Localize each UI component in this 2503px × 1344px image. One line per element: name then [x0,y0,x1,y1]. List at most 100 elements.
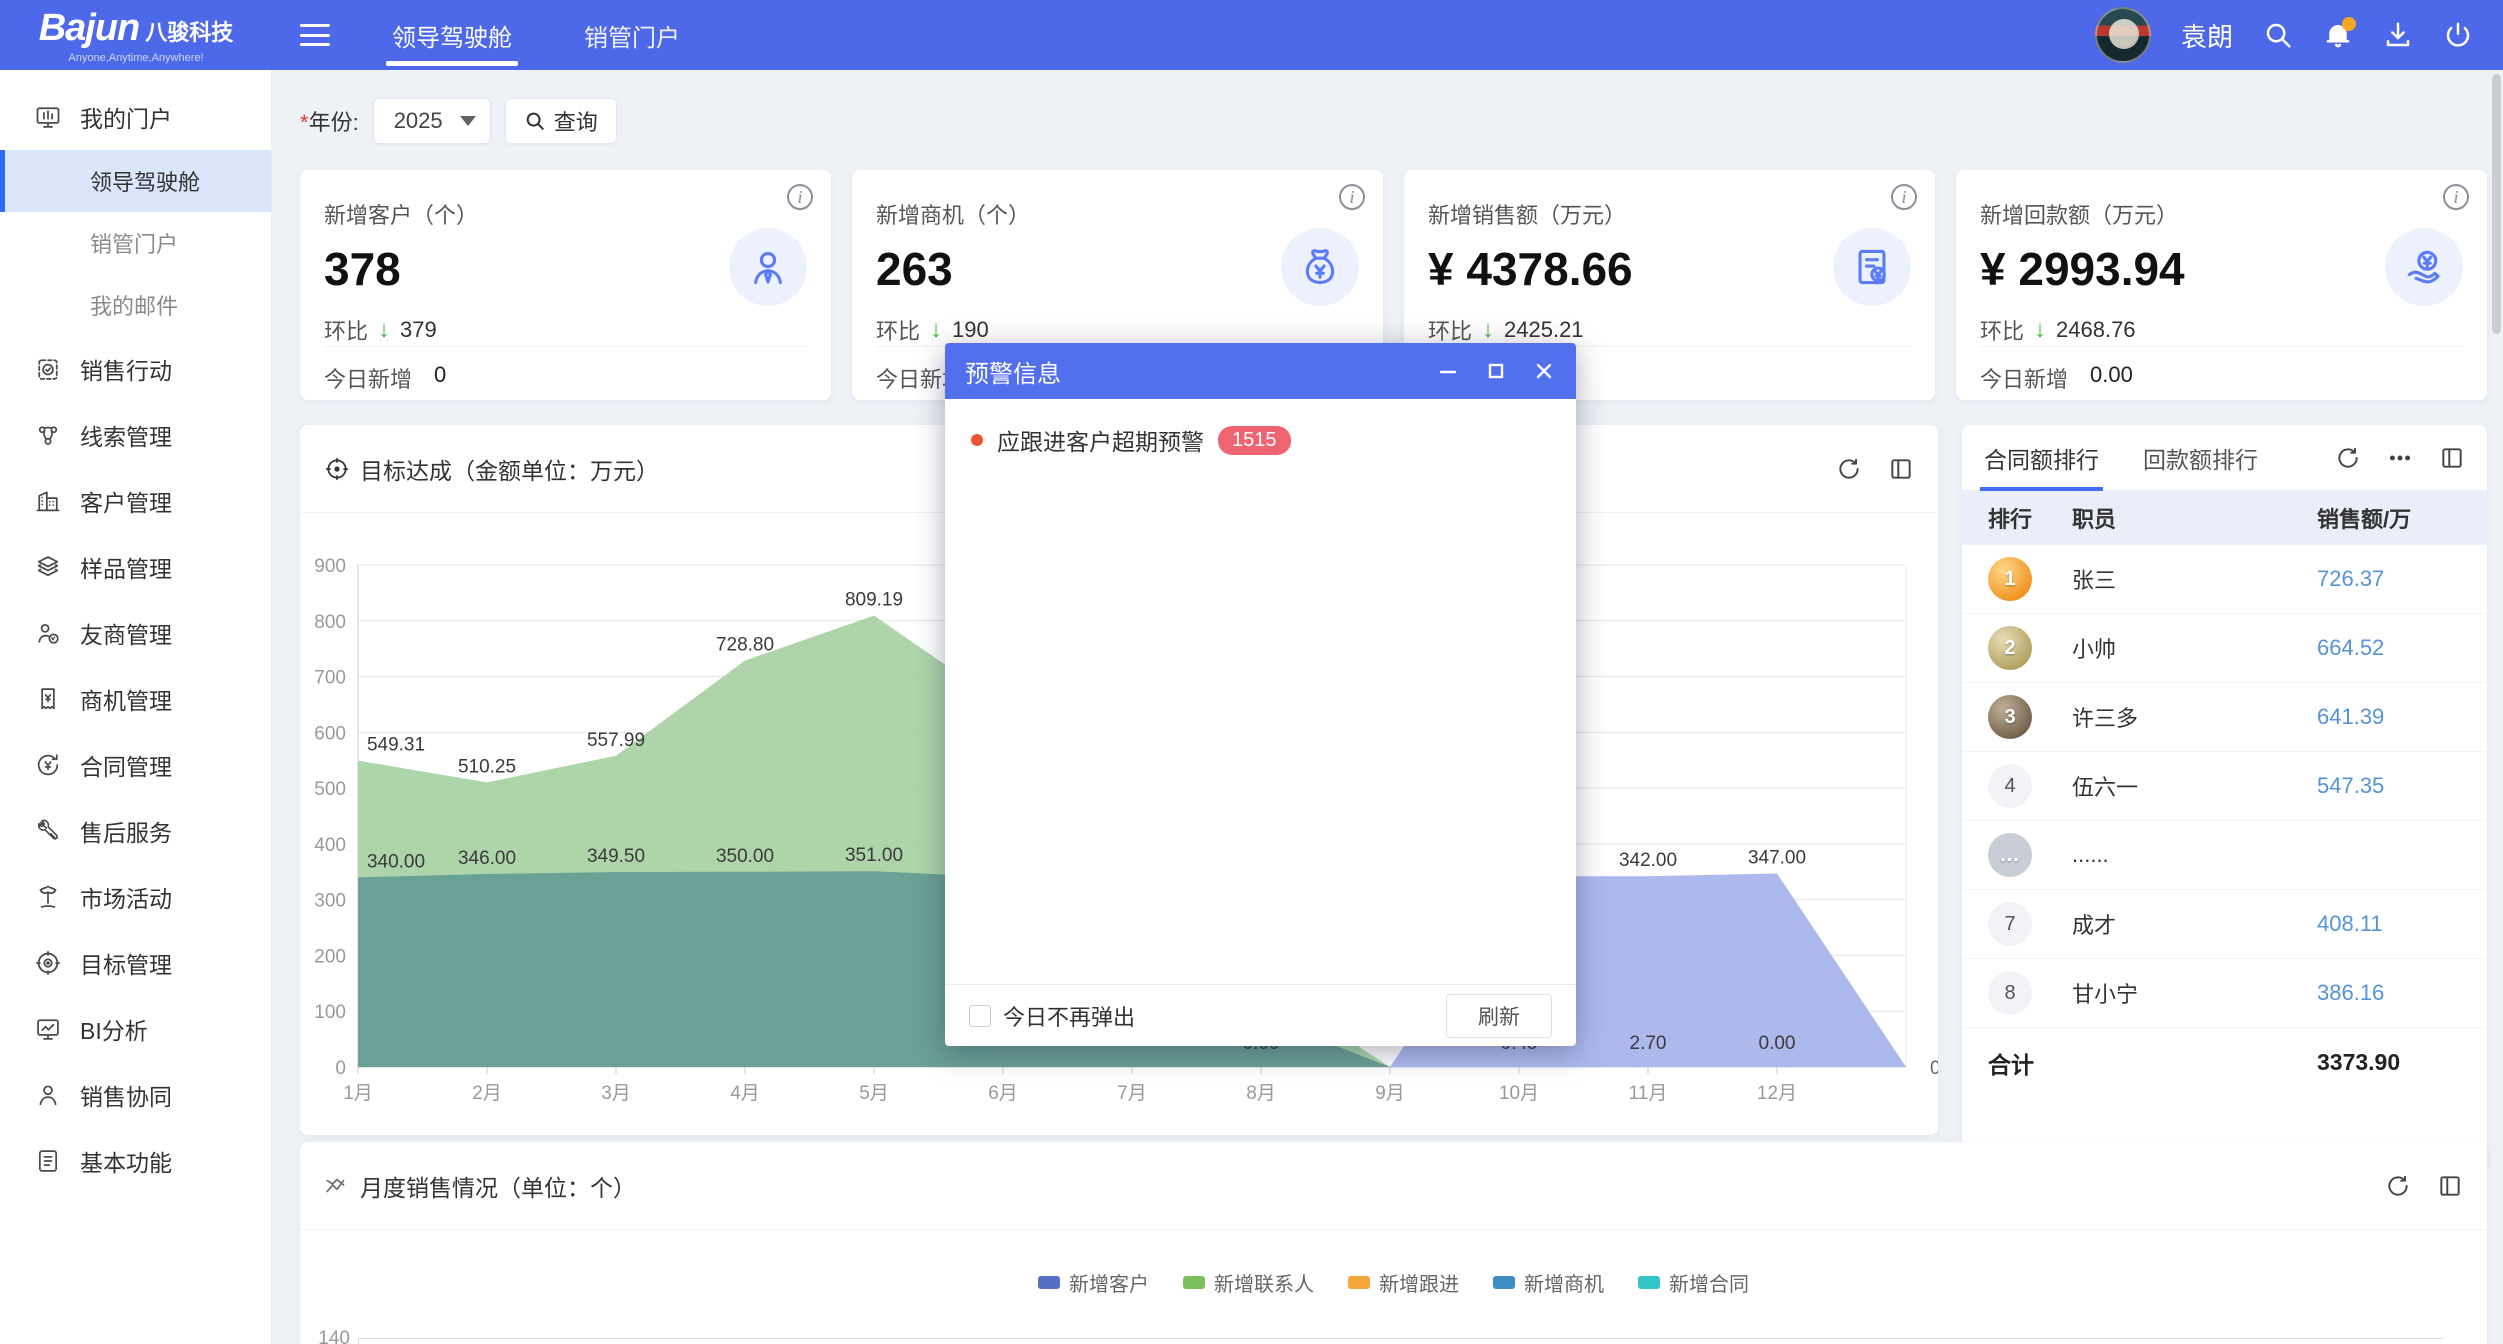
sidebar-item-marketing[interactable]: 市场活动 [0,864,271,930]
svg-text:350.00: 350.00 [716,846,774,867]
refresh-button[interactable]: 刷新 [1446,994,1552,1038]
sidebar-item-targets[interactable]: 目标管理 [0,930,271,996]
portal-icon [34,103,62,131]
sidebar-menu: 我的门户领导驾驶舱销管门户我的邮件销售行动线索管理客户管理样品管理友商管理商机管… [0,70,272,1344]
year-select[interactable]: 2025 [373,98,491,144]
page-scrollbar[interactable] [2492,74,2501,334]
kpi-title: 新增销售额（万元） [1428,198,1911,230]
sidebar-subitem[interactable]: 领导驾驶舱 [0,150,271,212]
legend-item[interactable]: 新增联系人 [1183,1268,1314,1297]
svg-text:10月: 10月 [1499,1083,1539,1104]
user-name[interactable]: 袁朗 [2181,17,2233,54]
legend-swatch [1348,1276,1370,1289]
sidebar-item-opportunities[interactable]: 商机管理 [0,666,271,732]
download-icon[interactable] [2383,20,2413,50]
sidebar-item-leads[interactable]: 线索管理 [0,402,271,468]
customers-icon [34,487,62,515]
panel-layout-icon[interactable] [1888,456,1914,482]
sales-value: 386.16 [2317,980,2487,1006]
sidebar-item-collaboration[interactable]: 销售协同 [0,1062,271,1128]
kpi-ratio: 环比↓2425.21 [1428,314,1911,346]
search-icon[interactable] [2263,20,2293,50]
opportunities-icon [34,685,62,713]
alert-item[interactable]: 应跟进客户超期预警 1515 [971,423,1550,457]
svg-text:500: 500 [314,779,346,800]
sidebar-item-partners[interactable]: 友商管理 [0,600,271,666]
more-options-icon[interactable] [2387,445,2413,471]
bell-icon[interactable] [2323,20,2353,50]
kpi-ratio: 环比↓379 [324,314,807,346]
sidebar-subitem[interactable]: 销管门户 [0,212,271,274]
power-icon[interactable] [2443,20,2473,50]
legend-item[interactable]: 新增客户 [1038,1268,1149,1297]
rank-badge: 8 [1988,971,2032,1015]
refresh-icon[interactable] [2335,445,2361,471]
sidebar-item-portal[interactable]: 我的门户 [0,84,271,150]
legend-item[interactable]: 新增合同 [1638,1268,1749,1297]
ranking-row[interactable]: ......... [1962,821,2487,890]
sidebar-item-after-sales[interactable]: 售后服务 [0,798,271,864]
svg-text:549.31: 549.31 [367,735,425,756]
ranking-panel: 合同额排行 回款额排行 排行 职员 销售额/万 1张三726.372小帅664.… [1962,425,2487,1170]
menu-toggle-icon[interactable] [300,24,330,46]
sales-value: 408.11 [2317,911,2487,937]
sidebar-item-contracts[interactable]: 合同管理 [0,732,271,798]
dont-show-today-checkbox[interactable] [969,1005,991,1027]
svg-text:300: 300 [314,891,346,912]
samples-icon [34,553,62,581]
sidebar-item-samples[interactable]: 样品管理 [0,534,271,600]
portal-tabs: 领导驾驶舱 销管门户 [356,0,716,70]
sidebar-item-sales-action[interactable]: 销售行动 [0,336,271,402]
svg-text:400: 400 [314,835,346,856]
kpi-title: 新增客户（个） [324,198,807,230]
query-button[interactable]: 查询 [505,98,617,144]
legend-item[interactable]: 新增跟进 [1348,1268,1459,1297]
dont-show-today-label: 今日不再弹出 [1003,1000,1135,1032]
app-logo[interactable]: Bajun 八骏科技 Anyone,Anytime,Anywhere! [0,7,272,64]
alert-count-badge: 1515 [1218,426,1291,455]
svg-text:6月: 6月 [988,1083,1018,1104]
info-icon[interactable]: i [2443,184,2469,210]
tab-leader-cockpit[interactable]: 领导驾驶舱 [356,0,548,70]
svg-text:351.00: 351.00 [845,845,903,866]
refresh-icon[interactable] [1836,456,1862,482]
ranking-row[interactable]: 7成才408.11 [1962,890,2487,959]
close-icon[interactable] [1532,359,1556,383]
employee-name: 小帅 [2072,632,2317,664]
ranking-row[interactable]: 8甘小宁386.16 [1962,959,2487,1028]
target-chart-title: 目标达成（金额单位：万元） [324,452,659,486]
tab-sales-portal[interactable]: 销管门户 [548,0,716,70]
chevron-down-icon [460,116,476,126]
svg-text:557.99: 557.99 [587,730,645,751]
partners-icon [34,619,62,647]
ranking-row[interactable]: 2小帅664.52 [1962,614,2487,683]
ranking-row[interactable]: 1张三726.37 [1962,545,2487,614]
user-avatar[interactable] [2095,7,2151,63]
info-icon[interactable]: i [1891,184,1917,210]
employee-name: 许三多 [2072,701,2317,733]
tab-payment-ranking[interactable]: 回款额排行 [2143,425,2258,491]
maximize-icon[interactable] [1484,359,1508,383]
hand-coin-icon [2402,245,2446,289]
legend-item[interactable]: 新增商机 [1493,1268,1604,1297]
notification-dot [2342,17,2356,31]
tab-contract-ranking[interactable]: 合同额排行 [1984,425,2099,491]
ranking-row[interactable]: 3许三多641.39 [1962,683,2487,752]
refresh-icon[interactable] [2385,1173,2411,1199]
sidebar-subitem[interactable]: 我的邮件 [0,274,271,336]
svg-text:809.19: 809.19 [845,590,903,611]
sidebar-item-bi[interactable]: BI分析 [0,996,271,1062]
info-icon[interactable]: i [787,184,813,210]
svg-text:700: 700 [314,668,346,689]
alert-modal-header[interactable]: 预警信息 [945,343,1576,399]
rank-badge: 7 [1988,902,2032,946]
panel-layout-icon[interactable] [2439,445,2465,471]
minimize-icon[interactable] [1436,359,1460,383]
info-icon[interactable]: i [1339,184,1365,210]
filter-bar: *年份: 2025 查询 [300,98,617,144]
sidebar-item-customers[interactable]: 客户管理 [0,468,271,534]
sidebar-item-basic[interactable]: 基本功能 [0,1128,271,1194]
ranking-row[interactable]: 4伍六一547.35 [1962,752,2487,821]
panel-layout-icon[interactable] [2437,1173,2463,1199]
monthly-sales-card: 月度销售情况（单位：个） 新增客户新增联系人新增跟进新增商机新增合同 140 [300,1142,2487,1344]
